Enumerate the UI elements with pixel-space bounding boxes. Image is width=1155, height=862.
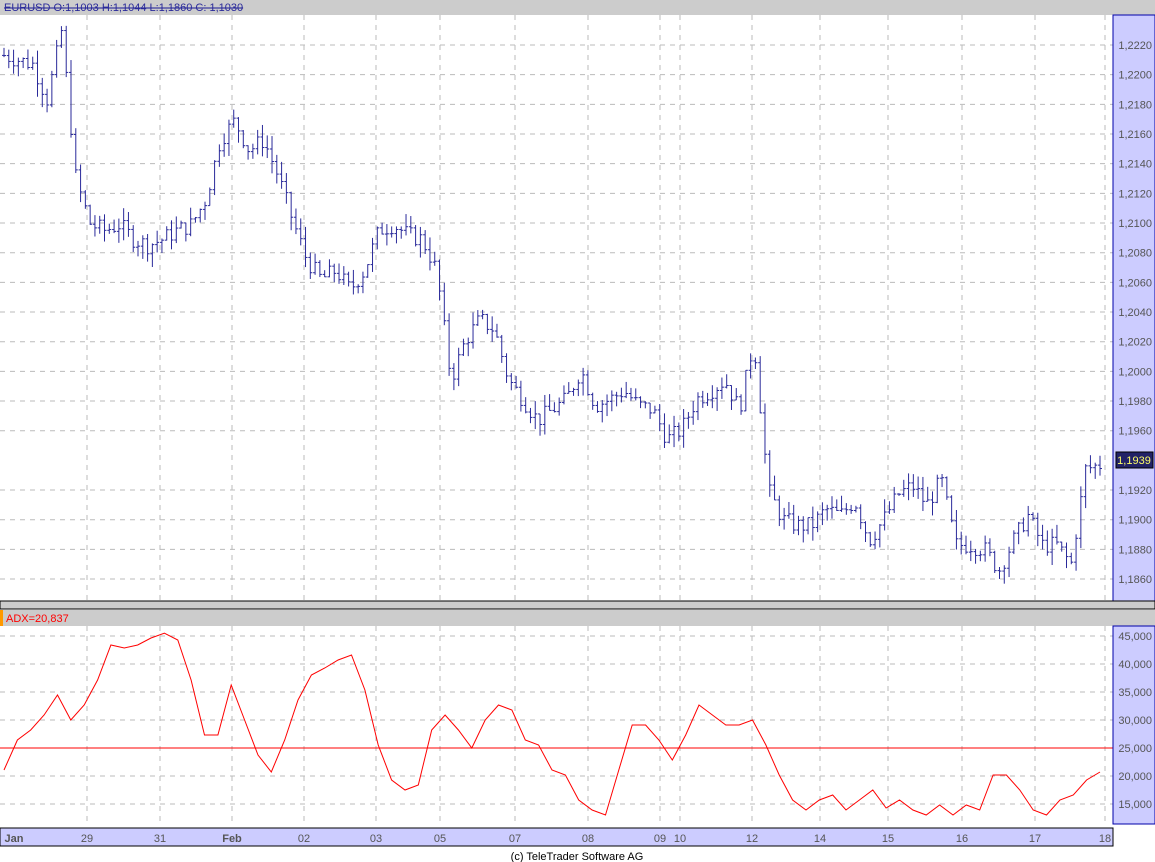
- time-tick-label: 03: [370, 833, 382, 845]
- time-tick-label: 12: [746, 833, 758, 845]
- price-tick-label: 1,2060: [1118, 277, 1152, 289]
- adx-marker: [0, 610, 3, 626]
- time-axis[interactable]: [0, 827, 1114, 847]
- adx-tick-label: 30,000: [1118, 715, 1152, 727]
- adx-tick-label: 45,000: [1118, 631, 1152, 643]
- time-tick-label: 15: [882, 833, 894, 845]
- time-tick-label: 07: [509, 833, 521, 845]
- time-tick-label: 02: [298, 833, 310, 845]
- price-tick-label: 1,1980: [1118, 396, 1152, 408]
- time-tick-label: 18: [1099, 833, 1111, 845]
- adx-tick-label: 20,000: [1118, 771, 1152, 783]
- time-tick-label: 16: [956, 833, 968, 845]
- price-tick-label: 1,1860: [1118, 574, 1152, 586]
- price-tick-label: 1,2160: [1118, 129, 1152, 141]
- price-tick-label: 1,2000: [1118, 366, 1152, 378]
- price-tick-label: 1,2220: [1118, 40, 1152, 52]
- time-tick-label: 08: [582, 833, 594, 845]
- price-tick-label: 1,2020: [1118, 337, 1152, 349]
- price-tick-label: 1,1900: [1118, 515, 1152, 527]
- time-tick-label: 17: [1029, 833, 1041, 845]
- price-tick-label: 1,2080: [1118, 248, 1152, 260]
- time-tick-label: 05: [434, 833, 446, 845]
- copyright: (c) TeleTrader Software AG: [511, 851, 644, 862]
- adx-tick-label: 25,000: [1118, 743, 1152, 755]
- time-tick-label: 29: [81, 833, 93, 845]
- adx-panel-header: [0, 610, 1155, 626]
- price-tick-label: 1,2120: [1118, 188, 1152, 200]
- adx-tick-label: 40,000: [1118, 659, 1152, 671]
- price-tick-label: 1,2100: [1118, 218, 1152, 230]
- last-price-label: 1,1939: [1117, 455, 1151, 467]
- time-tick-label: 10: [674, 833, 686, 845]
- time-tick-label: Jan: [5, 833, 24, 845]
- price-tick-label: 1,2140: [1118, 159, 1152, 171]
- adx-tick-label: 15,000: [1118, 799, 1152, 811]
- time-tick-label: 14: [814, 833, 826, 845]
- price-tick-label: 1,2040: [1118, 307, 1152, 319]
- time-tick-label: 31: [154, 833, 166, 845]
- time-tick-label: Feb: [222, 833, 242, 845]
- adx-legend: ADX=20,837: [6, 613, 69, 625]
- chart-canvas: EURUSD O:1,1003 H:1,1044 L:1,1860 C: 1,1…: [0, 0, 1155, 862]
- time-tick-label: 09: [654, 833, 666, 845]
- price-tick-label: 1,1920: [1118, 485, 1152, 497]
- price-tick-label: 1,1960: [1118, 426, 1152, 438]
- price-tick-label: 1,1880: [1118, 544, 1152, 556]
- adx-plot-area: [0, 626, 1113, 824]
- price-tick-label: 1,2180: [1118, 99, 1152, 111]
- price-tick-label: 1,2200: [1118, 70, 1152, 82]
- adx-tick-label: 35,000: [1118, 687, 1152, 699]
- price-plot-area: [0, 15, 1113, 601]
- panel-divider[interactable]: [0, 600, 1155, 610]
- price-title: EURUSD O:1,1003 H:1,1044 L:1,1860 C: 1,1…: [4, 2, 243, 14]
